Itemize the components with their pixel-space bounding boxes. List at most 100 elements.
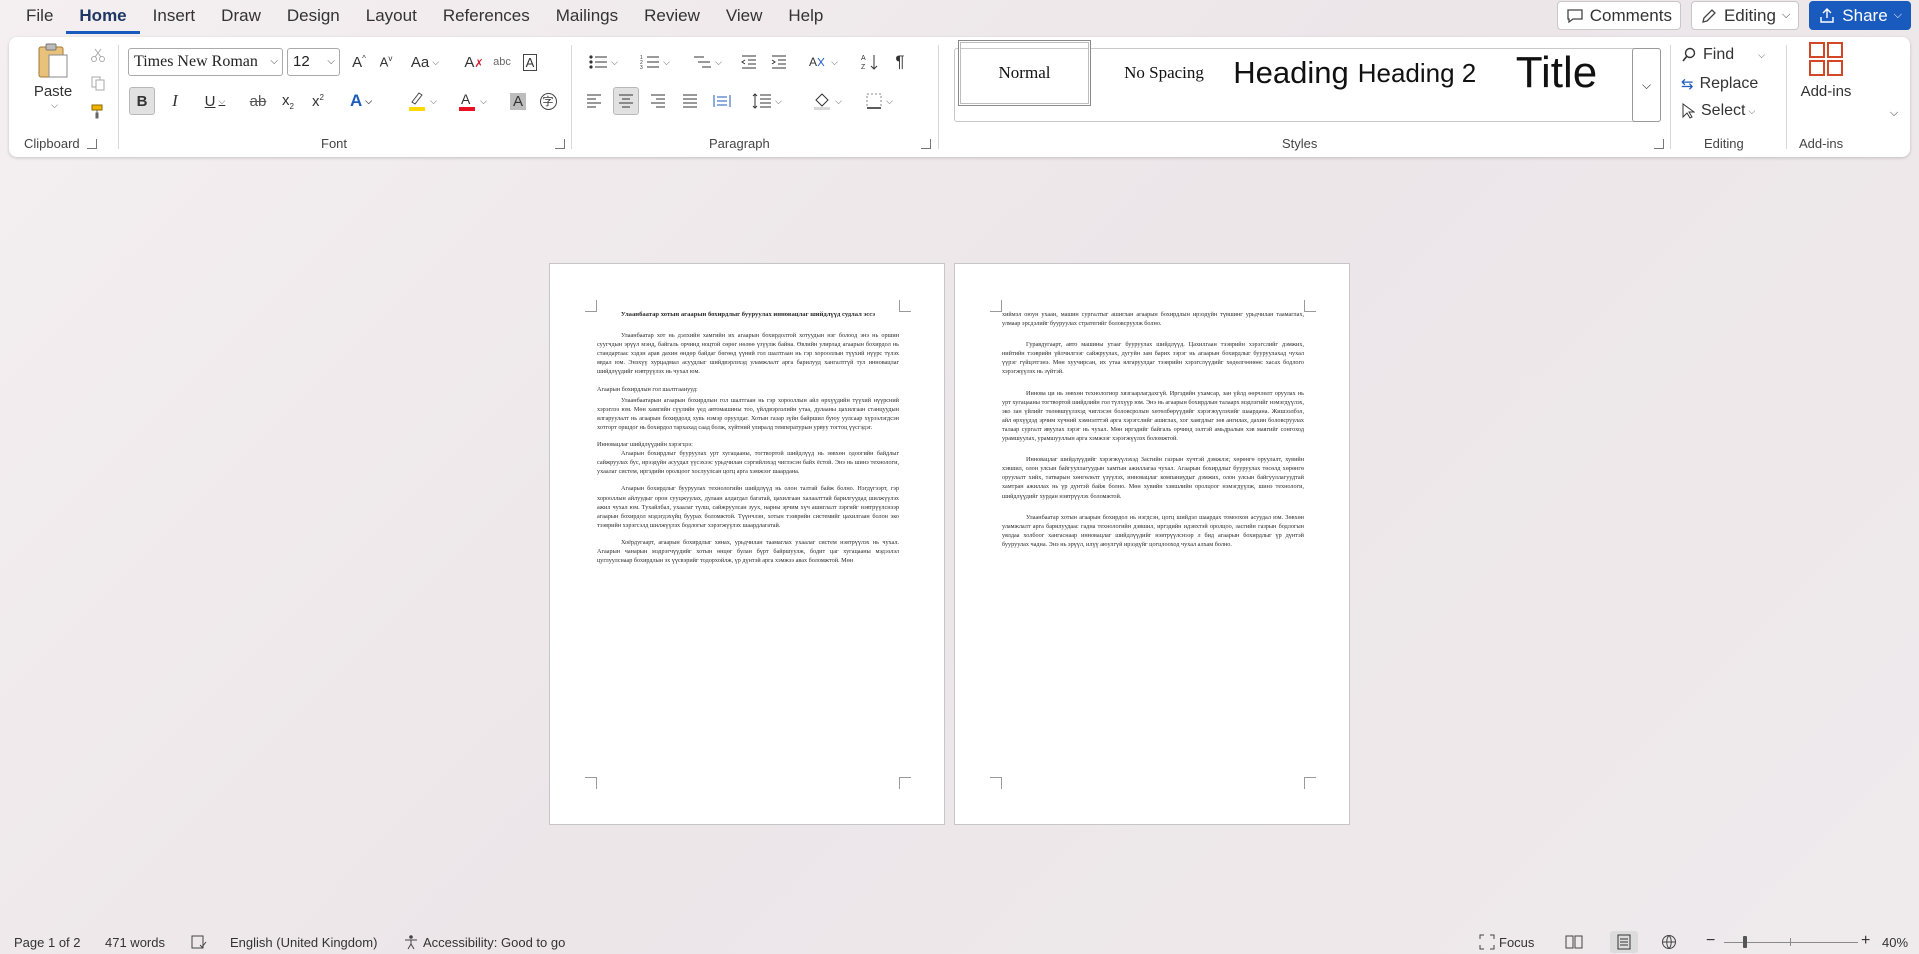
tab-home[interactable]: Home — [66, 0, 140, 34]
phonetic-guide-button[interactable]: abc — [489, 49, 515, 75]
tab-help[interactable]: Help — [775, 0, 836, 34]
style-normal[interactable]: Normal — [958, 40, 1091, 106]
proofing-icon[interactable] — [191, 934, 207, 950]
underline-button[interactable]: U ⌵ — [195, 87, 235, 115]
print-layout-icon[interactable] — [1610, 931, 1638, 953]
focus-button[interactable]: Focus — [1499, 935, 1534, 950]
bold-button[interactable]: B — [129, 87, 155, 115]
justify-button[interactable] — [677, 87, 703, 115]
select-button[interactable]: Select ⌵ — [1681, 99, 1777, 123]
replace-button[interactable]: ⇆ Replace — [1681, 72, 1777, 96]
zoom-level[interactable]: 40% — [1882, 935, 1908, 950]
shrink-font-button[interactable]: Av — [373, 49, 399, 75]
tab-view[interactable]: View — [713, 0, 776, 34]
font-size-input[interactable]: 12 ⌵ — [287, 48, 340, 76]
styles-launcher-icon[interactable] — [1654, 139, 1664, 149]
clipboard-launcher-icon[interactable] — [87, 139, 97, 149]
zoom-out-button[interactable]: − — [1706, 932, 1715, 950]
style-heading-2[interactable]: Heading 2 — [1355, 40, 1479, 106]
highlight-color-button[interactable]: ⌵ — [400, 87, 444, 115]
editing-mode-label: Editing — [1723, 5, 1776, 25]
paintbrush-icon — [90, 103, 106, 119]
tab-file[interactable]: File — [13, 0, 66, 34]
font-launcher-icon[interactable] — [555, 139, 565, 149]
copy-button[interactable] — [85, 71, 111, 95]
character-shading-button[interactable]: A — [505, 87, 531, 115]
align-left-button[interactable] — [581, 87, 607, 115]
tab-insert[interactable]: Insert — [140, 0, 209, 34]
align-center-button[interactable] — [613, 87, 639, 115]
format-painter-button[interactable] — [85, 99, 111, 123]
comments-button[interactable]: Comments — [1556, 1, 1681, 30]
tab-references[interactable]: References — [430, 0, 543, 34]
accessibility-icon — [403, 934, 419, 950]
copy-icon — [90, 75, 106, 91]
tab-layout[interactable]: Layout — [353, 0, 430, 34]
line-spacing-button[interactable]: ⌵ — [745, 87, 789, 115]
document-page-2[interactable]: хиймэл оюун ухаан, машин сургалтыг ашигл… — [954, 263, 1350, 825]
borders-button[interactable]: ⌵ — [857, 87, 901, 115]
enclose-characters-button[interactable]: 字 — [535, 87, 561, 115]
tab-mailings[interactable]: Mailings — [543, 0, 631, 34]
italic-button[interactable]: I — [162, 87, 188, 115]
paragraph-launcher-icon[interactable] — [921, 139, 931, 149]
language-status[interactable]: English (United Kingdom) — [230, 935, 377, 950]
cut-button[interactable] — [85, 43, 111, 67]
clear-formatting-icon: A✗ — [464, 53, 484, 71]
style-normal-label: Normal — [998, 63, 1051, 82]
word-count[interactable]: 471 words — [105, 935, 165, 950]
style-no-spacing[interactable]: No Spacing — [1097, 40, 1231, 106]
addins-button[interactable]: Add-ins — [1794, 41, 1858, 123]
increase-indent-button[interactable] — [766, 49, 792, 75]
align-center-icon — [618, 94, 634, 108]
strikethrough-button[interactable]: ab — [245, 87, 271, 115]
subscript-button[interactable]: x2 — [275, 87, 301, 115]
tab-draw[interactable]: Draw — [208, 0, 274, 34]
document-page-1[interactable]: Улаанбаатар хотын агаарын бохирдлыг буур… — [549, 263, 945, 825]
justify-icon — [682, 94, 698, 108]
collapse-ribbon-button[interactable]: ⌵ — [1885, 104, 1903, 122]
decrease-indent-button[interactable] — [736, 49, 762, 75]
svg-text:A: A — [461, 91, 471, 107]
web-layout-icon[interactable] — [1660, 934, 1678, 950]
paste-button[interactable]: Paste ⌵ — [27, 41, 79, 121]
zoom-in-button[interactable]: + — [1861, 932, 1870, 950]
bullets-button[interactable]: ⌵ — [581, 49, 625, 75]
character-border-button[interactable]: A — [517, 49, 543, 75]
accessibility-status[interactable]: Accessibility: Good to go — [423, 935, 565, 950]
chevron-down-icon: ⌵ — [1893, 9, 1902, 21]
distributed-button[interactable] — [709, 87, 735, 115]
sort-button[interactable]: AZ — [857, 49, 883, 75]
find-button[interactable]: Find ⌵ — [1681, 43, 1777, 67]
editing-mode-button[interactable]: Editing ⌵ — [1690, 1, 1800, 30]
superscript-button[interactable]: x2 — [305, 87, 331, 115]
show-formatting-marks-button[interactable]: ¶ — [887, 49, 913, 75]
tab-design[interactable]: Design — [274, 0, 353, 34]
style-heading[interactable]: Heading — [1231, 40, 1351, 106]
multilevel-list-button[interactable]: ⌵ — [685, 49, 729, 75]
strikethrough-icon: ab — [249, 92, 267, 110]
replace-label: Replace — [1699, 75, 1759, 92]
share-button[interactable]: Share ⌵ — [1809, 1, 1911, 30]
zoom-slider-thumb[interactable] — [1743, 936, 1747, 948]
tab-review[interactable]: Review — [631, 0, 713, 34]
font-color-button[interactable]: A ⌵ — [450, 87, 494, 115]
change-case-button[interactable]: Aa ⌵ — [405, 49, 445, 75]
sort-direction-button[interactable]: A ⌵ — [803, 49, 843, 75]
chevron-down-icon: ⌵ — [1781, 9, 1791, 21]
page-count[interactable]: Page 1 of 2 — [14, 935, 81, 950]
page-1-body[interactable]: Улаанбаатар хотын агаарын бохирдлыг буур… — [597, 310, 899, 591]
clipboard-group-label: Clipboard — [24, 136, 80, 151]
shading-button[interactable]: ⌵ — [805, 87, 849, 115]
numbering-button[interactable]: 1 2 3 ⌵ — [633, 49, 677, 75]
clear-formatting-button[interactable]: A✗ — [461, 49, 487, 75]
align-right-button[interactable] — [645, 87, 671, 115]
paragraph: Улаанбаатар хотын агаарын бохирдол нь нэ… — [1002, 513, 1304, 548]
style-title[interactable]: Title — [1489, 40, 1624, 106]
grow-font-button[interactable]: A^ — [346, 49, 372, 75]
font-name-input[interactable]: Times New Roman ⌵ — [128, 48, 283, 76]
page-2-body[interactable]: хиймэл оюун ухаан, машин сургалтыг ашигл… — [1002, 310, 1304, 557]
read-mode-icon[interactable] — [1565, 934, 1583, 950]
styles-more-button[interactable]: ⌵ — [1632, 48, 1661, 122]
text-effects-button[interactable]: A ⌵ — [341, 87, 381, 115]
